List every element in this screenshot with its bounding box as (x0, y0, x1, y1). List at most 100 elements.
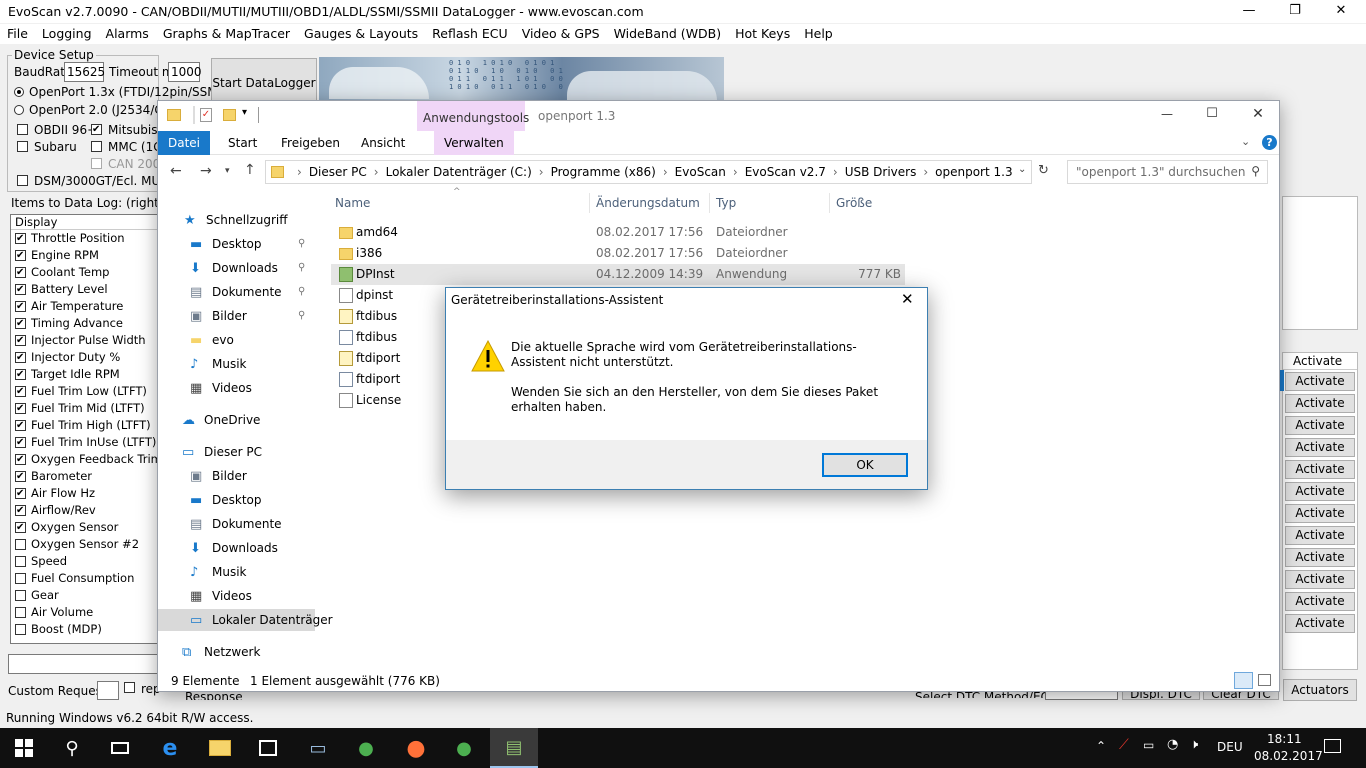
tab-start[interactable]: Start (218, 131, 267, 155)
file-explorer-icon[interactable] (196, 728, 244, 768)
tray-expand-icon[interactable]: ⌃ (1096, 739, 1106, 753)
nav-item[interactable]: ⬇ Downloads ⚲ (158, 257, 315, 279)
close-icon[interactable]: ✕ (1318, 0, 1364, 24)
chip-app-icon[interactable]: ▭ (294, 728, 342, 768)
nav-item[interactable]: ▣ Bilder (158, 465, 315, 487)
details-view-icon[interactable] (1234, 672, 1253, 689)
log-item[interactable]: Airflow/Rev (11, 502, 157, 519)
log-item-checkbox[interactable] (15, 318, 26, 329)
dsm-checkbox[interactable] (17, 175, 28, 186)
activate-button[interactable]: Activate (1285, 372, 1355, 391)
ribbon-expand-icon[interactable]: ⌄ (1241, 135, 1250, 148)
baudrate-input[interactable]: 15625 (64, 62, 105, 82)
log-item-checkbox[interactable] (15, 250, 26, 261)
log-item-checkbox[interactable] (15, 386, 26, 397)
log-item-checkbox[interactable] (15, 233, 26, 244)
log-item[interactable]: Boost (MDP) (11, 621, 157, 638)
explorer-minimize-icon[interactable]: — (1144, 103, 1190, 127)
log-item-checkbox[interactable] (15, 335, 26, 346)
file-row[interactable]: i386 08.02.2017 17:56 Dateiordner (331, 243, 905, 264)
log-item-checkbox[interactable] (15, 471, 26, 482)
clock-time[interactable]: 18:11 (1267, 732, 1302, 746)
globe-app-icon[interactable]: ● (342, 728, 390, 768)
log-item[interactable]: Fuel Trim Low (LTFT) (11, 383, 157, 400)
breadcrumb-item[interactable]: EvoScan (675, 165, 726, 179)
nav-item[interactable]: ♪ Musik (158, 353, 315, 375)
activate-button[interactable]: Activate (1285, 570, 1355, 589)
log-item-checkbox[interactable] (15, 301, 26, 312)
breadcrumb-chevron-icon[interactable]: › (539, 165, 544, 179)
network-icon[interactable]: ◔ (1167, 737, 1178, 752)
activate-button[interactable]: Activate (1285, 482, 1355, 501)
log-item-checkbox[interactable] (15, 607, 26, 618)
log-item-checkbox[interactable] (15, 624, 26, 635)
menu-gauges[interactable]: Gauges & Layouts (297, 24, 425, 41)
dialog-close-icon[interactable]: ✕ (901, 290, 914, 308)
log-item-checkbox[interactable] (15, 284, 26, 295)
nav-item[interactable]: ▬ Desktop ⚲ (158, 233, 315, 255)
column-size[interactable]: Größe (836, 196, 872, 210)
log-item[interactable]: Fuel Trim InUse (LTFT) (11, 434, 157, 451)
log-item-checkbox[interactable] (15, 369, 26, 380)
nav-item[interactable]: ▤ Dokumente ⚲ (158, 281, 315, 303)
maximize-icon[interactable]: ❐ (1272, 0, 1318, 24)
nav-item[interactable]: ▭ Lokaler Datenträger (158, 609, 333, 631)
explorer-close-icon[interactable]: ✕ (1235, 103, 1281, 127)
log-item-checkbox[interactable] (15, 590, 26, 601)
repeat-checkbox[interactable] (124, 682, 135, 693)
log-item-checkbox[interactable] (15, 352, 26, 363)
timeout-input[interactable]: 1000 (168, 62, 202, 82)
openport20-radio[interactable] (14, 105, 24, 115)
custom-input-field[interactable] (8, 654, 160, 674)
firefox-icon[interactable]: ● (392, 728, 440, 768)
breadcrumb-chevron-icon[interactable]: › (833, 165, 838, 179)
tab-ansicht[interactable]: Ansicht (351, 131, 415, 155)
breadcrumb-item[interactable]: openport 1.3 (935, 165, 1012, 179)
breadcrumb-item[interactable]: Lokaler Datenträger (C:) (386, 165, 532, 179)
help-icon[interactable]: ? (1262, 135, 1277, 150)
log-item[interactable]: Fuel Trim Mid (LTFT) (11, 400, 157, 417)
log-item-checkbox[interactable] (15, 556, 26, 567)
activate-button[interactable]: Activate (1285, 394, 1355, 413)
log-item[interactable]: Barometer (11, 468, 157, 485)
menu-hotkeys[interactable]: Hot Keys (728, 24, 797, 41)
log-item-checkbox[interactable] (15, 403, 26, 414)
log-item[interactable]: Throttle Position (11, 230, 157, 247)
nav-item[interactable]: ☁ OneDrive (158, 409, 315, 431)
log-item[interactable]: Oxygen Feedback Trim (ST (11, 451, 157, 468)
nav-item[interactable]: ⧉ Netzwerk (158, 641, 315, 663)
battery-icon[interactable]: ▭ (1143, 738, 1154, 752)
explorer-maximize-icon[interactable]: ☐ (1189, 103, 1235, 127)
log-item-checkbox[interactable] (15, 488, 26, 499)
log-item[interactable]: Speed (11, 553, 157, 570)
file-row[interactable]: DPInst 04.12.2009 14:39 Anwendung 777 KB (331, 264, 905, 285)
search-taskbar-icon[interactable]: ⚲ (48, 728, 96, 768)
menu-file[interactable]: File (0, 24, 35, 41)
activate-button[interactable]: Activate (1285, 416, 1355, 435)
menu-video[interactable]: Video & GPS (515, 24, 607, 41)
log-item-checkbox[interactable] (15, 420, 26, 431)
tab-freigeben[interactable]: Freigeben (271, 131, 350, 155)
nav-item[interactable]: ▬ evo (158, 329, 315, 351)
start-windows-icon[interactable] (0, 728, 48, 768)
pin-icon[interactable]: ⚲ (298, 305, 305, 327)
minimize-icon[interactable]: — (1226, 0, 1272, 24)
log-item[interactable]: Engine RPM (11, 247, 157, 264)
log-item[interactable]: Air Flow Hz (11, 485, 157, 502)
activate-button[interactable]: Activate (1285, 526, 1355, 545)
edge-browser-icon[interactable]: e (146, 728, 194, 768)
log-item[interactable]: Fuel Trim High (LTFT) (11, 417, 157, 434)
file-row[interactable]: amd64 08.02.2017 17:56 Dateiordner (331, 222, 905, 243)
log-item[interactable]: Coolant Temp (11, 264, 157, 281)
log-item-checkbox[interactable] (15, 522, 26, 533)
log-item-checkbox[interactable] (15, 505, 26, 516)
activate-button[interactable]: Activate (1285, 438, 1355, 457)
tab-datei[interactable]: Datei (158, 131, 210, 155)
menu-logging[interactable]: Logging (35, 24, 99, 41)
log-item[interactable]: Fuel Consumption (11, 570, 157, 587)
store-icon[interactable] (244, 728, 292, 768)
qat-dropdown-icon[interactable]: ▾ (242, 107, 247, 118)
menu-wideband[interactable]: WideBand (WDB) (607, 24, 729, 41)
nav-item[interactable]: ▬ Desktop (158, 489, 315, 511)
log-item[interactable]: Air Temperature (11, 298, 157, 315)
